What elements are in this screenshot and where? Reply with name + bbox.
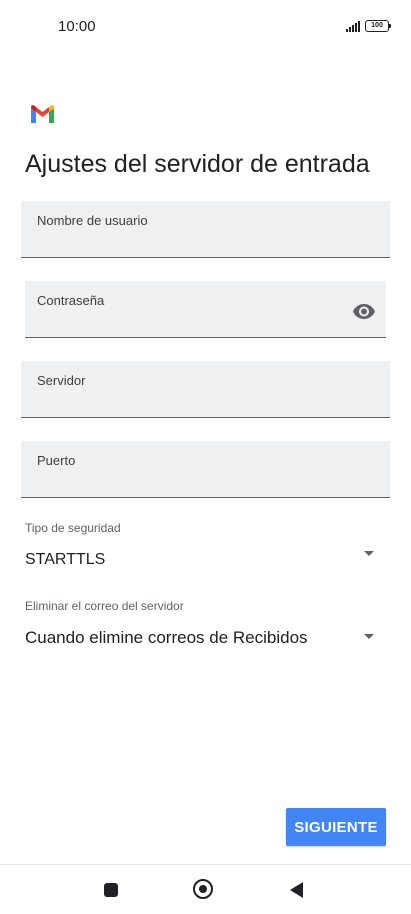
chevron-down-icon[interactable] <box>364 634 374 639</box>
navigation-bar <box>0 864 411 914</box>
signal-icon <box>346 20 360 32</box>
security-type-select[interactable]: STARTTLS <box>25 551 105 569</box>
security-type-label: Tipo de seguridad <box>25 521 121 535</box>
status-icons: 100 <box>346 20 391 32</box>
gmail-logo <box>31 105 54 123</box>
eye-icon[interactable] <box>352 299 376 323</box>
status-time: 10:00 <box>58 18 96 35</box>
server-label: Servidor <box>37 373 86 388</box>
next-button[interactable]: SIGUIENTE <box>286 808 386 846</box>
server-field[interactable]: Servidor <box>21 361 390 418</box>
username-field[interactable]: Nombre de usuario <box>21 201 390 258</box>
username-label: Nombre de usuario <box>37 213 148 228</box>
password-field[interactable]: Contraseña <box>25 281 386 338</box>
port-field[interactable]: Puerto <box>21 441 390 498</box>
password-label: Contraseña <box>37 293 105 308</box>
delete-mail-label: Eliminar el correo del servidor <box>25 599 184 613</box>
recents-icon[interactable] <box>104 883 118 897</box>
status-bar: 10:00 100 <box>0 0 411 52</box>
delete-mail-select[interactable]: Cuando elimine correos de Recibidos <box>25 628 308 648</box>
back-icon[interactable] <box>290 882 303 898</box>
port-label: Puerto <box>37 453 76 468</box>
page-title: Ajustes del servidor de entrada <box>25 150 370 178</box>
battery-icon: 100 <box>365 20 391 32</box>
chevron-down-icon[interactable] <box>364 551 374 556</box>
home-icon[interactable] <box>193 879 213 899</box>
